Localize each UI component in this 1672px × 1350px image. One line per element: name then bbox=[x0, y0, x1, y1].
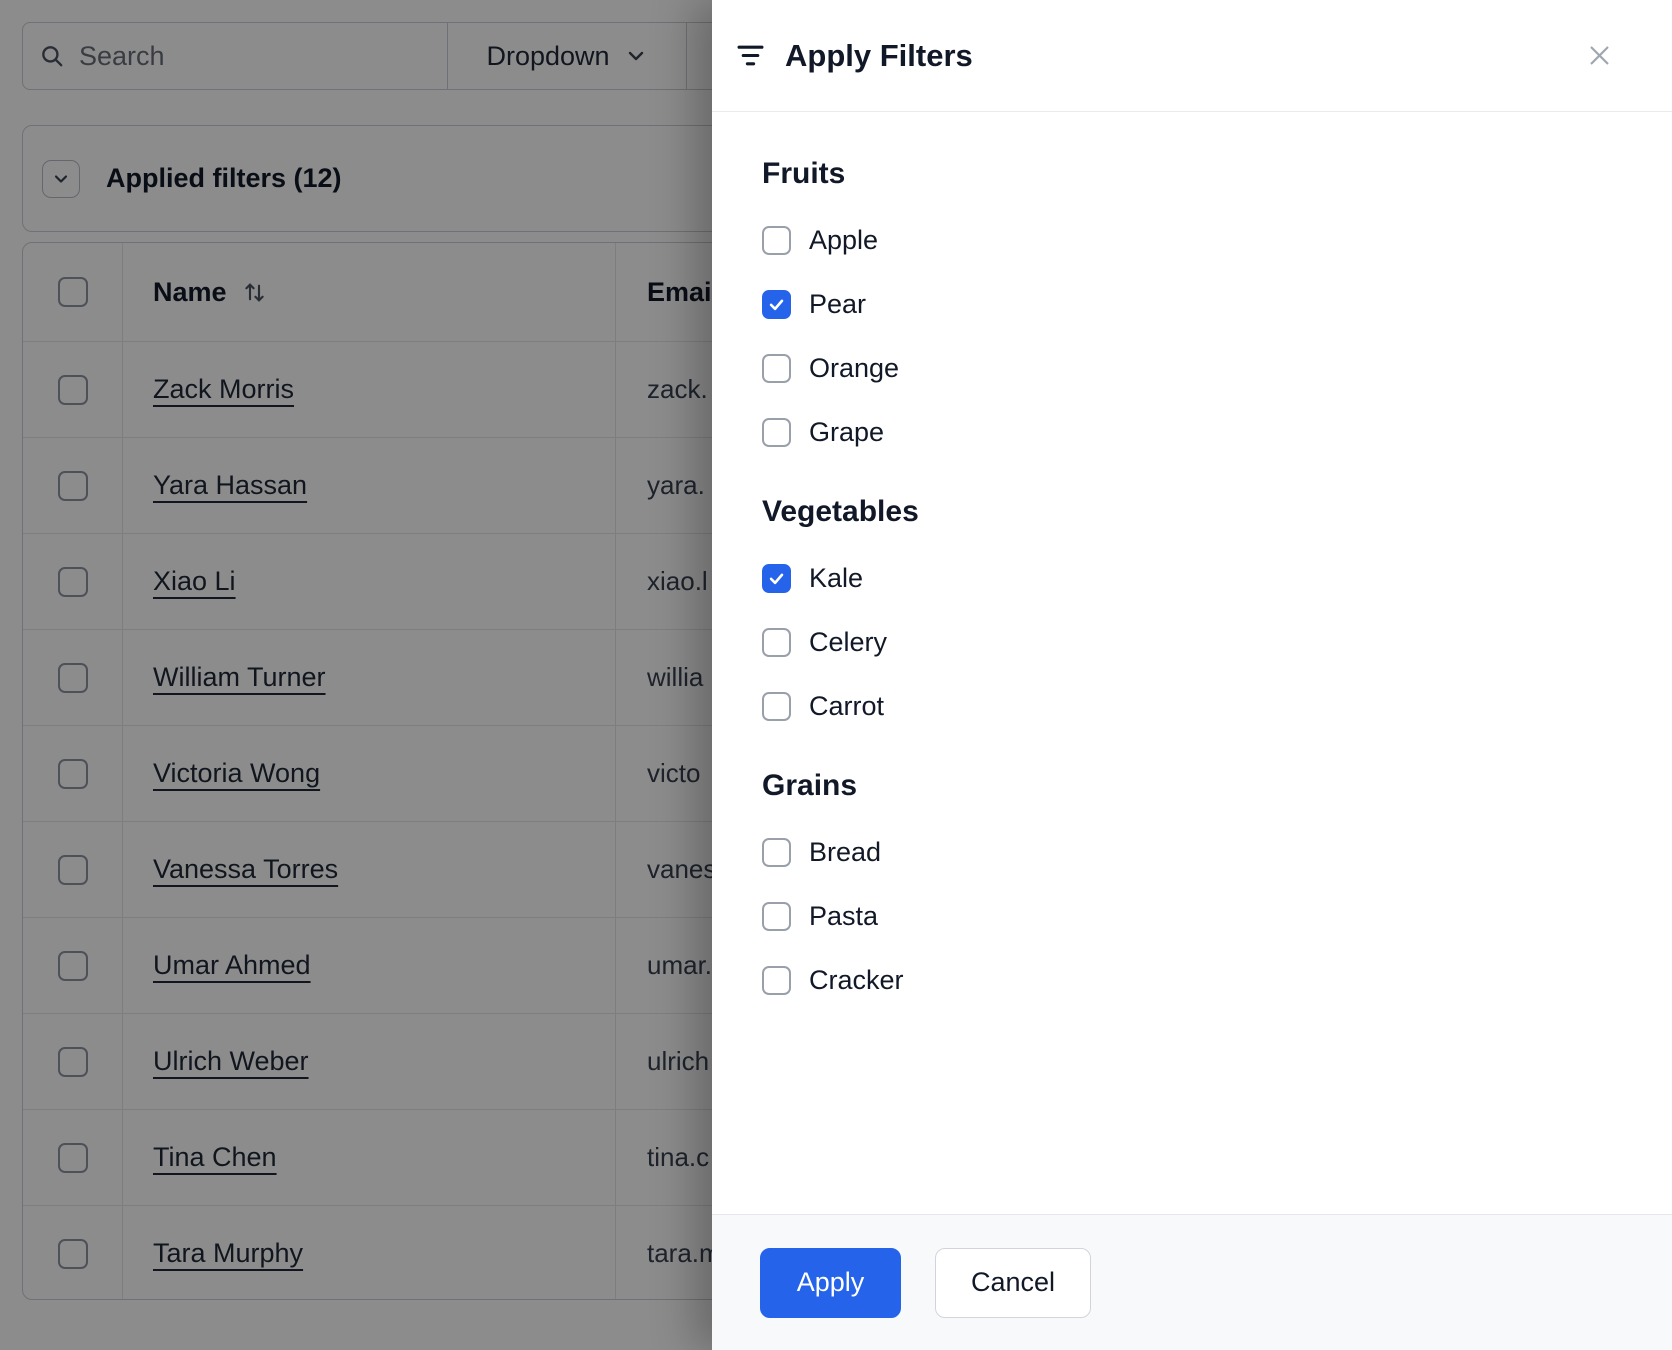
checkbox[interactable] bbox=[762, 225, 791, 255]
checkbox[interactable] bbox=[762, 563, 791, 593]
checkbox[interactable] bbox=[762, 353, 791, 383]
section-heading: Grains bbox=[762, 769, 858, 802]
filter-option-label: Apple bbox=[809, 224, 879, 255]
cancel-button[interactable]: Cancel bbox=[935, 1247, 1091, 1318]
filter-option[interactable]: Pasta bbox=[762, 884, 1622, 948]
filter-option-label: Grape bbox=[809, 416, 885, 447]
filter-option-label: Orange bbox=[809, 352, 900, 383]
panel-header: Apply Filters bbox=[712, 0, 1672, 112]
filter-option[interactable]: Cracker bbox=[762, 948, 1622, 1012]
filter-option-label: Carrot bbox=[809, 690, 885, 721]
filter-option[interactable]: Carrot bbox=[762, 674, 1622, 738]
checkbox[interactable] bbox=[762, 627, 791, 657]
filter-option-label: Pear bbox=[809, 288, 867, 319]
filter-option[interactable]: Bread bbox=[762, 820, 1622, 884]
filter-option-label: Cracker bbox=[809, 964, 904, 995]
checkbox[interactable] bbox=[762, 837, 791, 867]
checkbox[interactable] bbox=[762, 289, 791, 319]
filter-option[interactable]: Celery bbox=[762, 610, 1622, 674]
filter-option-label: Kale bbox=[809, 562, 864, 593]
checkbox[interactable] bbox=[762, 691, 791, 721]
checkbox[interactable] bbox=[762, 965, 791, 995]
apply-button[interactable]: Apply bbox=[760, 1247, 901, 1318]
filter-option[interactable]: Orange bbox=[762, 336, 1622, 400]
filter-option[interactable]: Pear bbox=[762, 272, 1622, 336]
filter-option-label: Pasta bbox=[809, 900, 879, 931]
section-heading: Fruits bbox=[762, 157, 846, 190]
close-icon[interactable] bbox=[1582, 39, 1616, 73]
panel-body: Fruits Apple Pear Orange Grape Vegetable… bbox=[712, 112, 1672, 1214]
apply-filters-panel: Apply Filters Fruits Apple Pear Orange G… bbox=[712, 0, 1672, 1350]
filter-option[interactable]: Kale bbox=[762, 546, 1622, 610]
filter-option-label: Bread bbox=[809, 836, 882, 867]
section-heading: Vegetables bbox=[762, 495, 919, 528]
filter-section-vegetables: Vegetables Kale Celery Carrot bbox=[762, 494, 1622, 738]
filter-section-fruits: Fruits Apple Pear Orange Grape bbox=[762, 156, 1622, 464]
checkbox[interactable] bbox=[762, 901, 791, 931]
filter-option-label: Celery bbox=[809, 626, 888, 657]
panel-footer: Apply Cancel bbox=[712, 1214, 1672, 1350]
filter-icon bbox=[737, 42, 764, 69]
checkbox[interactable] bbox=[762, 417, 791, 447]
filter-option[interactable]: Grape bbox=[762, 400, 1622, 464]
filter-option[interactable]: Apple bbox=[762, 208, 1622, 272]
panel-title: Apply Filters bbox=[785, 37, 973, 73]
filter-section-grains: Grains Bread Pasta Cracker bbox=[762, 768, 1622, 1012]
